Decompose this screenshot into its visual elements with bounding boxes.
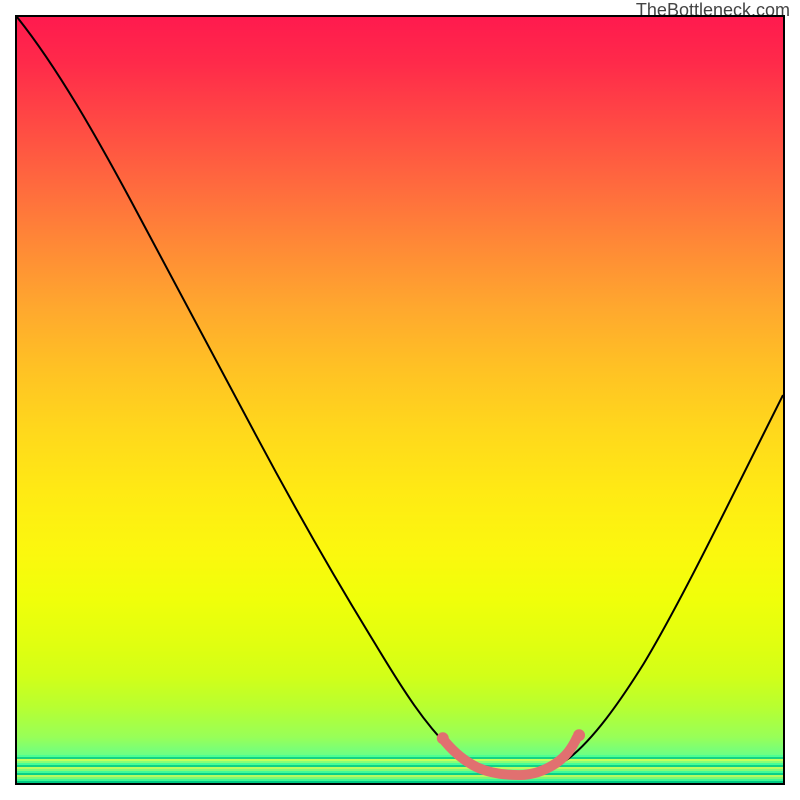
- highlight-dot-right: [573, 729, 585, 741]
- plot-area: [15, 15, 785, 785]
- highlight-segment: [445, 737, 577, 775]
- highlight-dot-left: [437, 732, 449, 744]
- bottleneck-curve: [17, 17, 783, 775]
- curve-svg: [17, 17, 783, 783]
- chart-container: TheBottleneck.com: [0, 0, 800, 800]
